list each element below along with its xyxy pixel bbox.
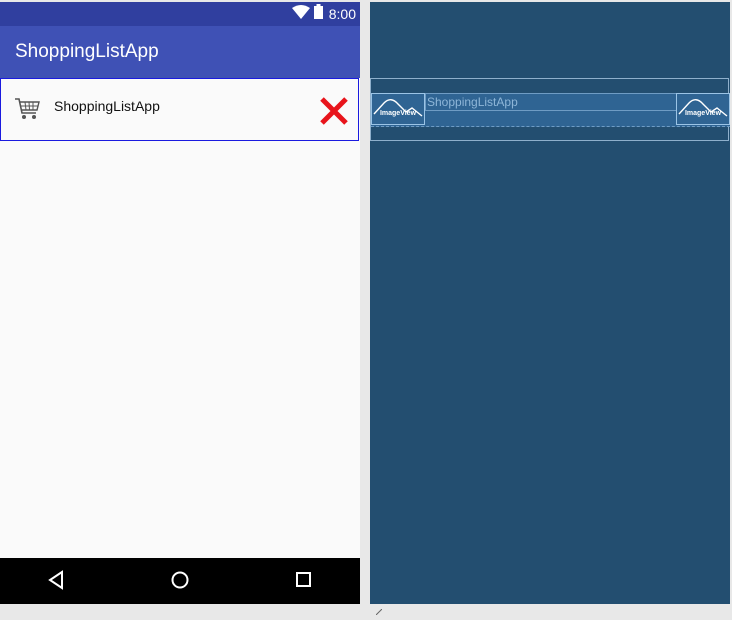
resize-handle-icon[interactable]: [375, 602, 383, 616]
status-time: 8:00: [328, 6, 356, 22]
blueprint-image-view-right[interactable]: ImageView: [676, 93, 730, 125]
shopping-cart-icon: [14, 97, 42, 126]
blueprint-image-view-left[interactable]: ImageView: [371, 93, 425, 125]
list-item-label: ShoppingListApp: [54, 98, 160, 114]
app-title: ShoppingListApp: [15, 41, 159, 62]
design-preview: 8:00 ShoppingListApp ShoppingListApp: [0, 2, 360, 604]
image-placeholder-icon: [678, 99, 728, 117]
image-placeholder-icon: [373, 99, 423, 117]
delete-x-icon[interactable]: [319, 96, 349, 131]
battery-icon: [313, 4, 323, 24]
nav-bar: [0, 558, 360, 604]
status-icons: 8:00: [291, 4, 356, 24]
app-bar: ShoppingListApp: [0, 26, 360, 78]
recents-icon[interactable]: [295, 570, 313, 595]
back-icon[interactable]: [47, 570, 65, 595]
blueprint-view: ImageView ShoppingListApp ImageView: [370, 2, 730, 604]
image-view-label: ImageView: [379, 110, 417, 117]
wifi-icon: [291, 4, 310, 24]
status-bar: 8:00: [0, 2, 360, 26]
image-view-label: ImageView: [684, 110, 722, 117]
home-icon[interactable]: [170, 570, 190, 595]
blueprint-row[interactable]: ImageView ShoppingListApp ImageView: [370, 78, 730, 141]
list-item[interactable]: ShoppingListApp: [0, 78, 359, 141]
